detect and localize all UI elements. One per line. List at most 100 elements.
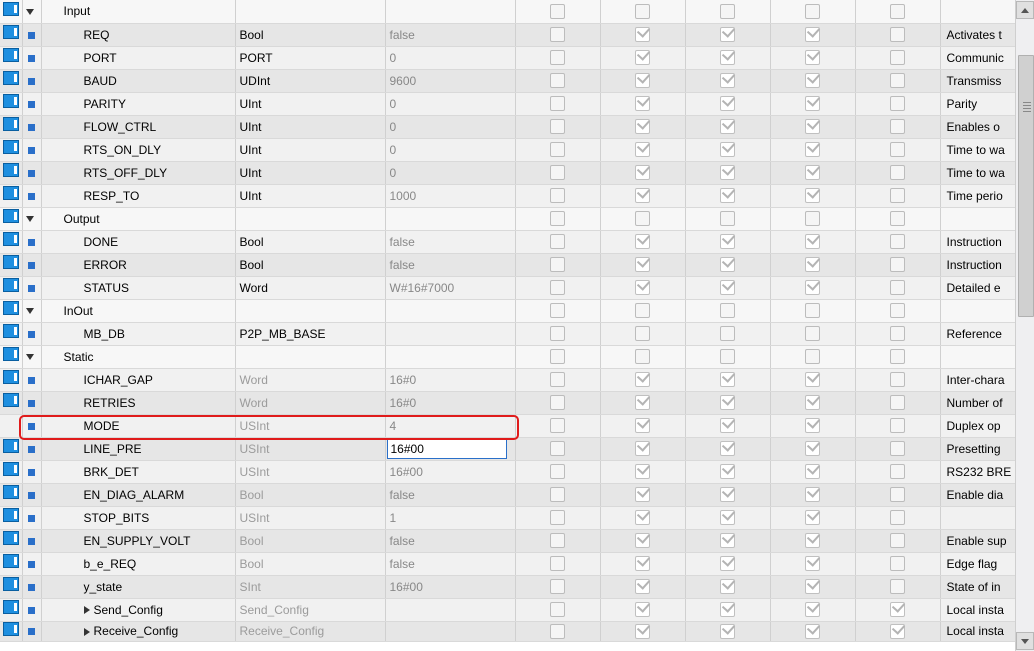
table-row[interactable]: EN_SUPPLY_VOLTBoolfalseEnable sup [0, 529, 1034, 552]
table-row[interactable]: STOP_BITSUSInt1 [0, 506, 1034, 529]
datatype-cell[interactable]: Bool [235, 23, 385, 46]
checkbox[interactable] [805, 602, 820, 617]
table-row[interactable]: y_stateSInt16#00State of in [0, 575, 1034, 598]
checkbox[interactable] [720, 96, 735, 111]
checkbox[interactable] [890, 280, 905, 295]
value-cell[interactable]: 1000 [385, 184, 515, 207]
checkbox[interactable] [635, 119, 650, 134]
checkbox[interactable] [720, 441, 735, 456]
checkbox[interactable] [550, 96, 565, 111]
checkbox[interactable] [805, 27, 820, 42]
checkbox[interactable] [550, 579, 565, 594]
value-cell[interactable]: 16#00 [385, 460, 515, 483]
checkbox[interactable] [890, 73, 905, 88]
checkbox[interactable] [635, 602, 650, 617]
checkbox[interactable] [805, 510, 820, 525]
datatype-cell[interactable] [235, 299, 385, 322]
expand-down-icon[interactable] [26, 354, 34, 360]
checkbox[interactable] [550, 395, 565, 410]
checkbox[interactable] [890, 441, 905, 456]
checkbox[interactable] [720, 602, 735, 617]
checkbox[interactable] [635, 372, 650, 387]
value-cell[interactable]: W#16#7000 [385, 276, 515, 299]
value-cell[interactable]: 1 [385, 506, 515, 529]
checkbox[interactable] [550, 533, 565, 548]
checkbox[interactable] [720, 579, 735, 594]
checkbox[interactable] [890, 418, 905, 433]
datatype-cell[interactable]: UInt [235, 161, 385, 184]
datatype-cell[interactable] [235, 345, 385, 368]
name-cell[interactable]: MODE [41, 414, 235, 437]
name-cell[interactable]: InOut [41, 299, 235, 322]
checkbox[interactable] [550, 624, 565, 639]
checkbox[interactable] [720, 303, 735, 318]
checkbox[interactable] [720, 73, 735, 88]
value-cell[interactable]: 4 [385, 414, 515, 437]
table-row[interactable]: BAUDUDInt9600Transmiss [0, 69, 1034, 92]
checkbox[interactable] [805, 533, 820, 548]
checkbox[interactable] [635, 533, 650, 548]
value-cell[interactable]: false [385, 23, 515, 46]
datatype-cell[interactable]: USInt [235, 437, 385, 460]
checkbox[interactable] [720, 119, 735, 134]
datatype-cell[interactable]: USInt [235, 506, 385, 529]
checkbox[interactable] [635, 487, 650, 502]
checkbox[interactable] [805, 487, 820, 502]
checkbox[interactable] [890, 211, 905, 226]
checkbox[interactable] [550, 303, 565, 318]
datatype-cell[interactable]: UDInt [235, 69, 385, 92]
checkbox[interactable] [550, 188, 565, 203]
expand-down-icon[interactable] [26, 9, 34, 15]
table-row[interactable]: FLOW_CTRLUInt0Enables o [0, 115, 1034, 138]
checkbox[interactable] [890, 96, 905, 111]
checkbox[interactable] [805, 624, 820, 639]
checkbox[interactable] [805, 395, 820, 410]
checkbox[interactable] [635, 579, 650, 594]
checkbox[interactable] [805, 188, 820, 203]
name-cell[interactable]: Static [41, 345, 235, 368]
checkbox[interactable] [805, 4, 820, 19]
table-row[interactable]: RTS_OFF_DLYUInt0Time to wa [0, 161, 1034, 184]
checkbox[interactable] [635, 510, 650, 525]
scroll-down-button[interactable] [1016, 632, 1034, 650]
name-cell[interactable]: PORT [41, 46, 235, 69]
checkbox[interactable] [890, 188, 905, 203]
checkbox[interactable] [805, 441, 820, 456]
checkbox[interactable] [720, 142, 735, 157]
checkbox[interactable] [635, 257, 650, 272]
scroll-up-button[interactable] [1016, 1, 1034, 19]
checkbox[interactable] [550, 510, 565, 525]
value-cell[interactable] [385, 322, 515, 345]
checkbox[interactable] [890, 624, 905, 639]
checkbox[interactable] [635, 418, 650, 433]
value-cell[interactable] [385, 621, 515, 641]
checkbox[interactable] [720, 27, 735, 42]
checkbox[interactable] [805, 142, 820, 157]
checkbox[interactable] [550, 165, 565, 180]
name-cell[interactable]: BRK_DET [41, 460, 235, 483]
checkbox[interactable] [805, 372, 820, 387]
checkbox[interactable] [635, 326, 650, 341]
checkbox[interactable] [890, 326, 905, 341]
datatype-cell[interactable]: PORT [235, 46, 385, 69]
name-cell[interactable]: ICHAR_GAP [41, 368, 235, 391]
checkbox[interactable] [635, 303, 650, 318]
name-cell[interactable]: EN_DIAG_ALARM [41, 483, 235, 506]
datatype-cell[interactable]: P2P_MB_BASE [235, 322, 385, 345]
table-row[interactable]: EN_DIAG_ALARMBoolfalseEnable dia [0, 483, 1034, 506]
checkbox[interactable] [890, 303, 905, 318]
value-cell[interactable]: 9600 [385, 69, 515, 92]
datatype-cell[interactable]: USInt [235, 460, 385, 483]
checkbox[interactable] [635, 73, 650, 88]
checkbox[interactable] [550, 326, 565, 341]
checkbox[interactable] [805, 418, 820, 433]
name-cell[interactable]: RESP_TO [41, 184, 235, 207]
checkbox[interactable] [890, 579, 905, 594]
name-cell[interactable]: PARITY [41, 92, 235, 115]
checkbox[interactable] [550, 234, 565, 249]
datatype-cell[interactable]: UInt [235, 138, 385, 161]
checkbox[interactable] [550, 280, 565, 295]
name-cell[interactable]: RTS_ON_DLY [41, 138, 235, 161]
checkbox[interactable] [890, 602, 905, 617]
checkbox[interactable] [720, 50, 735, 65]
